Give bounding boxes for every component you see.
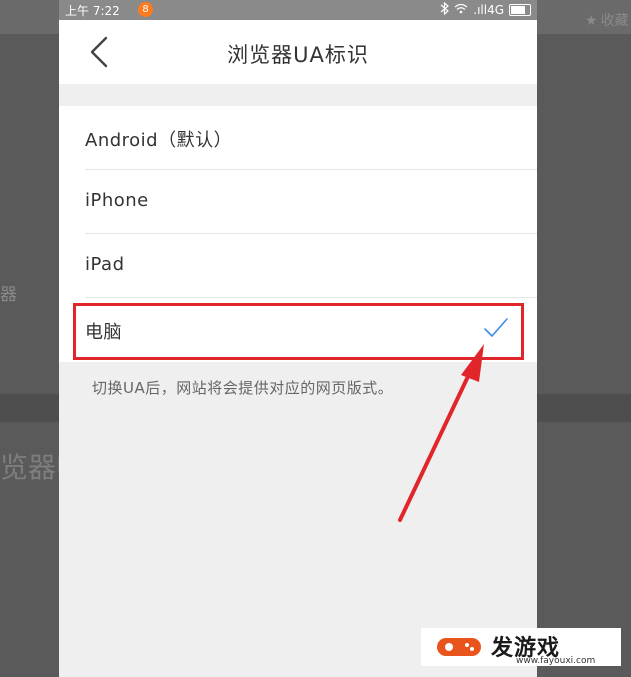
annotation-arrow — [398, 344, 484, 522]
site-watermark: 发游戏 www.fayouxi.com — [421, 628, 621, 666]
game-controller-logo-icon — [435, 634, 483, 664]
watermark-url: www.fayouxi.com — [516, 656, 596, 666]
